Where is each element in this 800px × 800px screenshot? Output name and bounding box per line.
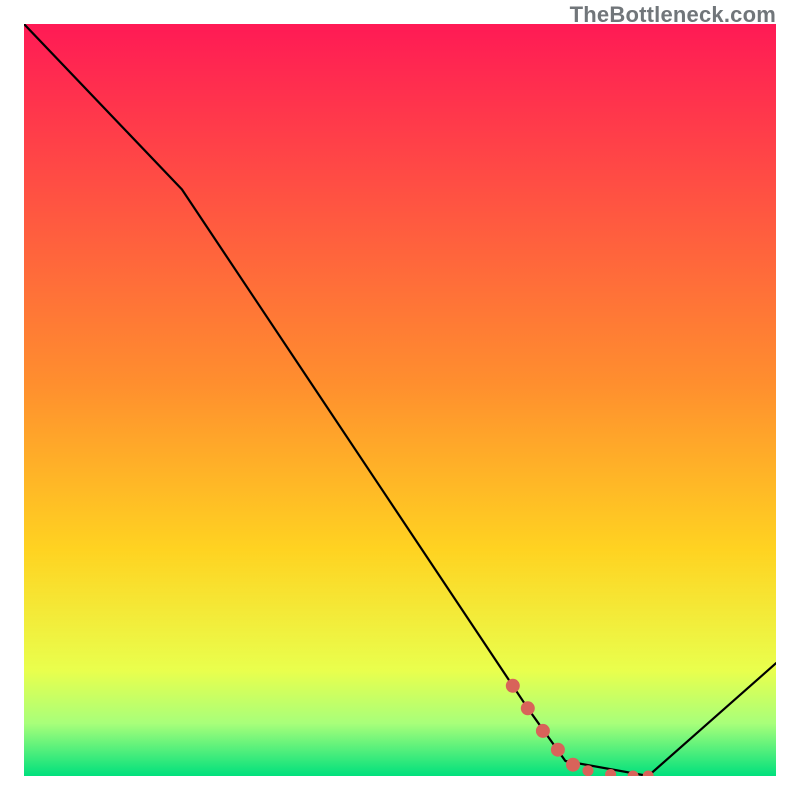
optimal-dot — [583, 765, 594, 776]
optimal-dot — [536, 724, 550, 738]
optimal-dot — [506, 679, 520, 693]
plot-area — [24, 24, 776, 776]
optimal-dot — [551, 743, 565, 757]
heat-gradient-background — [24, 24, 776, 776]
chart-container: { "watermark": "TheBottleneck.com", "col… — [0, 0, 800, 800]
optimal-dot — [566, 758, 580, 772]
chart-svg — [24, 24, 776, 776]
optimal-dot — [521, 701, 535, 715]
